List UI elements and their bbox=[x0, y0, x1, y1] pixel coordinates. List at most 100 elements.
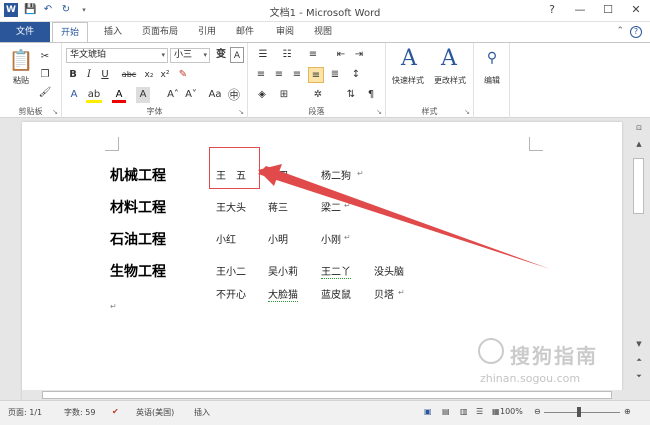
font-name-value: 华文琥珀 bbox=[70, 50, 107, 60]
highlight-icon[interactable]: ab bbox=[86, 87, 102, 103]
maximize-button[interactable]: ☐ bbox=[594, 0, 622, 20]
zoom-out-icon[interactable]: ⊖ bbox=[534, 407, 541, 416]
font-group-label: 字体 bbox=[146, 107, 163, 116]
next-page-icon[interactable]: ⏷ bbox=[632, 372, 646, 384]
horizontal-scroll-thumb[interactable] bbox=[42, 391, 612, 399]
ruler-toggle-icon[interactable]: ⊡ bbox=[632, 124, 646, 136]
font-size-value: 小三 bbox=[174, 50, 193, 60]
quick-styles-label[interactable]: 快速样式 bbox=[388, 75, 428, 86]
text-effects-icon[interactable]: A bbox=[66, 87, 82, 103]
bullets-icon[interactable]: ☰ bbox=[254, 47, 272, 63]
change-case-icon[interactable]: Aa bbox=[208, 87, 222, 103]
bold-icon[interactable]: B bbox=[66, 67, 80, 83]
italic-icon[interactable]: I bbox=[82, 67, 96, 83]
draft-icon[interactable]: ▦ bbox=[492, 407, 500, 416]
clear-format-icon[interactable]: ✎ bbox=[176, 67, 190, 83]
tab-view[interactable]: 视图 bbox=[306, 22, 340, 42]
sort-icon[interactable]: ⇅ bbox=[344, 87, 358, 103]
tab-file[interactable]: 文件 bbox=[0, 22, 50, 42]
font-name-combo[interactable]: 华文琥珀 ▾ bbox=[66, 48, 168, 63]
strikethrough-icon[interactable]: abc bbox=[118, 67, 140, 83]
format-painter-icon[interactable]: 🖌 bbox=[38, 85, 52, 101]
font-group: 华文琥珀 ▾ 小三 ▾ 变 A B I U abc x₂ x² ✎ A ab A A… bbox=[62, 43, 248, 119]
change-styles-icon[interactable]: A bbox=[436, 45, 462, 73]
proofing-icon[interactable]: ✔ bbox=[112, 407, 119, 416]
zoom-slider-thumb[interactable] bbox=[577, 407, 581, 417]
decrease-font-icon[interactable]: A˅ bbox=[184, 87, 198, 103]
editing-label[interactable]: 编辑 bbox=[476, 75, 508, 86]
close-button[interactable]: ✕ bbox=[622, 0, 650, 20]
web-layout-icon[interactable]: ▥ bbox=[460, 407, 468, 416]
change-styles-label[interactable]: 更改样式 bbox=[430, 75, 470, 86]
ribbon: 📋 粘贴 ✂ ❐ 🖌 剪贴板 ↘ 华文琥珀 ▾ 小三 ▾ 变 A B I U abc… bbox=[0, 42, 650, 119]
paragraph-launcher-icon[interactable]: ↘ bbox=[376, 108, 382, 116]
collapse-ribbon-icon[interactable]: ⌃ bbox=[616, 26, 624, 36]
align-left-icon[interactable]: ≡ bbox=[254, 67, 268, 83]
align-center-icon[interactable]: ≡ bbox=[272, 67, 286, 83]
multilevel-list-icon[interactable]: ≡ bbox=[304, 47, 322, 63]
show-marks-icon[interactable]: ¶ bbox=[364, 87, 378, 103]
vertical-scroll-thumb[interactable] bbox=[633, 158, 644, 214]
minimize-button[interactable]: — bbox=[566, 0, 594, 20]
character-shading-icon[interactable]: A bbox=[136, 87, 150, 103]
insert-mode[interactable]: 插入 bbox=[194, 407, 210, 418]
cut-icon[interactable]: ✂ bbox=[38, 49, 52, 65]
numbering-icon[interactable]: ☷ bbox=[278, 47, 296, 63]
language-indicator[interactable]: 英语(美国) bbox=[136, 407, 174, 418]
zoom-slider[interactable] bbox=[544, 412, 620, 413]
increase-font-icon[interactable]: A˄ bbox=[166, 87, 180, 103]
print-layout-icon[interactable]: ▣ bbox=[424, 407, 432, 416]
tab-mailings[interactable]: 邮件 bbox=[228, 22, 262, 42]
tab-insert[interactable]: 插入 bbox=[96, 22, 130, 42]
tab-review[interactable]: 审阅 bbox=[268, 22, 302, 42]
styles-group-label: 样式 bbox=[421, 107, 438, 116]
tab-page-layout[interactable]: 页面布局 bbox=[134, 22, 186, 42]
borders-icon[interactable]: ⊞ bbox=[276, 87, 292, 103]
justify-icon[interactable]: ≡ bbox=[308, 67, 324, 83]
clipboard-launcher-icon[interactable]: ↘ bbox=[52, 108, 58, 116]
scroll-down-icon[interactable]: ▼ bbox=[632, 340, 646, 352]
help-icon[interactable]: ? bbox=[630, 26, 642, 38]
distributed-icon[interactable]: ≣ bbox=[328, 67, 342, 83]
superscript-icon[interactable]: x² bbox=[158, 67, 172, 83]
shading-icon[interactable]: ◈ bbox=[254, 87, 270, 103]
scroll-up-icon[interactable]: ▲ bbox=[632, 140, 646, 152]
character-border-icon[interactable]: A bbox=[230, 47, 244, 63]
tab-home[interactable]: 开始 bbox=[52, 22, 89, 43]
help-button[interactable]: ? bbox=[538, 0, 566, 20]
underline-icon[interactable]: U bbox=[98, 67, 112, 83]
paragraph-group: ☰ ☷ ≡ ⇤ ⇥ ≡ ≡ ≡ ≡ ≣ ↕ ◈ ⊞ ✲ ⇅ ¶ 段落 ↘ bbox=[248, 43, 386, 119]
sogou-logo-icon bbox=[478, 338, 504, 364]
horizontal-scrollbar[interactable] bbox=[22, 390, 628, 400]
subscript-icon[interactable]: x₂ bbox=[142, 67, 156, 83]
full-screen-reading-icon[interactable]: ▤ bbox=[442, 407, 450, 416]
chevron-down-icon: ▾ bbox=[203, 51, 207, 59]
paste-icon[interactable]: 📋 bbox=[8, 47, 34, 73]
copy-icon[interactable]: ❐ bbox=[38, 67, 52, 83]
paste-label[interactable]: 粘贴 bbox=[8, 75, 34, 86]
ribbon-tabs: 文件 开始 插入 页面布局 引用 邮件 审阅 视图 ⌃ ? bbox=[0, 22, 650, 43]
status-bar: 页面: 1/1 字数: 59 ✔ 英语(美国) 插入 ▣ ▤ ▥ ☰ ▦ 100… bbox=[0, 400, 650, 425]
outline-icon[interactable]: ☰ bbox=[476, 407, 483, 416]
find-binoculars-icon[interactable]: ⚲ bbox=[482, 47, 502, 69]
previous-page-icon[interactable]: ⏶ bbox=[632, 356, 646, 368]
chinese-layout-icon[interactable]: ✲ bbox=[310, 87, 326, 103]
zoom-in-icon[interactable]: ⊕ bbox=[624, 407, 631, 416]
decrease-indent-icon[interactable]: ⇤ bbox=[334, 47, 348, 63]
zoom-level[interactable]: 100% bbox=[500, 407, 523, 416]
enclose-character-icon[interactable]: ㊥ bbox=[226, 87, 242, 103]
increase-indent-icon[interactable]: ⇥ bbox=[352, 47, 366, 63]
tab-references[interactable]: 引用 bbox=[190, 22, 224, 42]
font-color-icon[interactable]: A bbox=[112, 87, 126, 103]
clipboard-group: 📋 粘贴 ✂ ❐ 🖌 剪贴板 ↘ bbox=[0, 43, 62, 119]
vertical-scrollbar[interactable]: ⊡ ▲ ▼ ⏶ ⏷ bbox=[628, 118, 650, 390]
align-right-icon[interactable]: ≡ bbox=[290, 67, 304, 83]
line-spacing-icon[interactable]: ↕ bbox=[348, 67, 364, 83]
font-launcher-icon[interactable]: ↘ bbox=[238, 108, 244, 116]
quick-styles-icon[interactable]: A bbox=[396, 45, 422, 73]
word-count[interactable]: 字数: 59 bbox=[64, 407, 95, 418]
page-count[interactable]: 页面: 1/1 bbox=[8, 407, 42, 418]
font-size-combo[interactable]: 小三 ▾ bbox=[170, 48, 210, 63]
grow-font-icon[interactable]: 变 bbox=[214, 47, 228, 63]
styles-launcher-icon[interactable]: ↘ bbox=[464, 108, 470, 116]
